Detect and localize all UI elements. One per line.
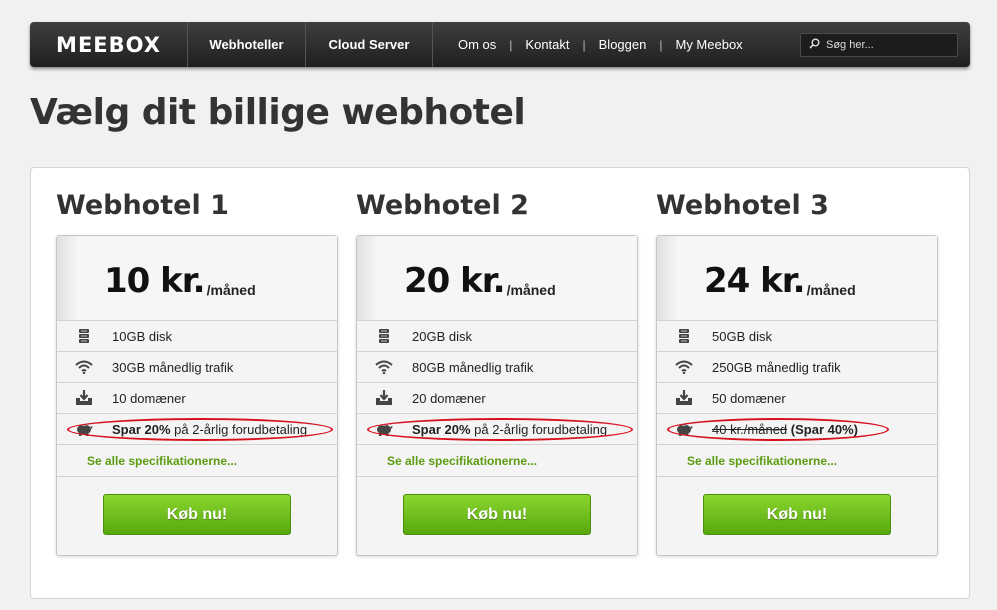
nav-link-my-meebox[interactable]: My Meebox	[675, 37, 742, 52]
price-unit: /måned	[806, 282, 856, 298]
nav-link-bloggen[interactable]: Bloggen	[599, 37, 647, 52]
plan-title: Webhotel 3	[656, 190, 829, 221]
price-amount: 20 kr.	[404, 261, 506, 301]
old-price: 40 kr./måned	[712, 421, 788, 437]
plan-title: Webhotel 1	[56, 190, 229, 221]
search-icon	[809, 36, 820, 54]
wifi-icon	[374, 359, 394, 375]
feature-label: 250GB månedlig trafik	[712, 359, 841, 375]
nav-cloud-server[interactable]: Cloud Server	[306, 22, 433, 67]
download-tray-icon	[674, 390, 694, 406]
offer-bold: (Spar 40%)	[787, 421, 858, 437]
nav-webhoteller[interactable]: Webhoteller	[188, 22, 306, 67]
server-icon	[74, 328, 94, 344]
feature-offer: 40 kr./måned (Spar 40%)	[657, 414, 937, 445]
feature-traffic: 250GB månedlig trafik	[657, 352, 937, 383]
offer-bold: Spar 20%	[412, 421, 471, 437]
buy-now-button[interactable]: Køb nu!	[403, 494, 591, 535]
feature-label: 30GB månedlig trafik	[112, 359, 234, 375]
piggy-bank-icon	[674, 421, 694, 437]
feature-domains: 20 domæner	[357, 383, 637, 414]
download-tray-icon	[374, 390, 394, 406]
price-unit: /måned	[506, 282, 556, 298]
see-all-specifications-link[interactable]: Se alle specifikationerne...	[57, 445, 337, 477]
top-navigation: MEEBOX Webhoteller Cloud Server Om os | …	[30, 22, 970, 67]
nav-links: Om os | Kontakt | Bloggen | My Meebox	[458, 37, 743, 52]
price-amount: 24 kr.	[704, 261, 806, 301]
feature-label: 50 domæner	[712, 390, 786, 406]
feature-label: 10GB disk	[112, 328, 172, 344]
price-box: 20 kr. /måned	[357, 236, 637, 321]
offer-bold: Spar 20%	[112, 421, 171, 437]
feature-label: 80GB månedlig trafik	[412, 359, 534, 375]
feature-traffic: 30GB månedlig trafik	[57, 352, 337, 383]
nav-separator: |	[659, 37, 663, 52]
feature-domains: 10 domæner	[57, 383, 337, 414]
offer-text: 40 kr./måned (Spar 40%)	[712, 422, 858, 437]
page-title: Vælg dit billige webhotel	[30, 92, 526, 133]
feature-disk: 50GB disk	[657, 321, 937, 352]
feature-label: 20GB disk	[412, 328, 472, 344]
server-icon	[674, 328, 694, 344]
piggy-bank-icon	[374, 421, 394, 437]
buy-now-button[interactable]: Køb nu!	[103, 494, 291, 535]
nav-separator: |	[582, 37, 586, 52]
feature-domains: 50 domæner	[657, 383, 937, 414]
see-all-specifications-link[interactable]: Se alle specifikationerne...	[357, 445, 637, 477]
wifi-icon	[74, 359, 94, 375]
offer-rest: på 2-årlig forudbetaling	[470, 421, 608, 437]
feature-traffic: 80GB månedlig trafik	[357, 352, 637, 383]
feature-label: 10 domæner	[112, 390, 186, 406]
price-box: 10 kr. /måned	[57, 236, 337, 321]
nav-link-kontakt[interactable]: Kontakt	[525, 37, 569, 52]
nav-link-om-os[interactable]: Om os	[458, 37, 496, 52]
price-box: 24 kr. /måned	[657, 236, 937, 321]
feature-offer: Spar 20% på 2-årlig forudbetaling	[357, 414, 637, 445]
offer-rest: på 2-årlig forudbetaling	[170, 421, 308, 437]
plan-card-2: 20 kr. /måned 20GB disk 80GB månedlig tr…	[356, 235, 638, 556]
price-amount: 10 kr.	[104, 261, 206, 301]
feature-offer: Spar 20% på 2-årlig forudbetaling	[57, 414, 337, 445]
feature-label: 50GB disk	[712, 328, 772, 344]
buy-now-button[interactable]: Køb nu!	[703, 494, 891, 535]
feature-disk: 10GB disk	[57, 321, 337, 352]
offer-text: Spar 20% på 2-årlig forudbetaling	[112, 422, 307, 437]
download-tray-icon	[74, 390, 94, 406]
feature-disk: 20GB disk	[357, 321, 637, 352]
search-box[interactable]	[800, 33, 958, 57]
feature-label: 20 domæner	[412, 390, 486, 406]
wifi-icon	[674, 359, 694, 375]
plan-card-3: 24 kr. /måned 50GB disk 250GB månedlig t…	[656, 235, 938, 556]
plan-card-1: 10 kr. /måned 10GB disk 30GB månedlig tr…	[56, 235, 338, 556]
piggy-bank-icon	[74, 421, 94, 437]
meebox-logo[interactable]: MEEBOX	[30, 22, 188, 67]
server-icon	[374, 328, 394, 344]
price-unit: /måned	[206, 282, 256, 298]
plan-title: Webhotel 2	[356, 190, 529, 221]
offer-text: Spar 20% på 2-årlig forudbetaling	[412, 422, 607, 437]
nav-separator: |	[509, 37, 513, 52]
search-input[interactable]	[826, 39, 951, 51]
see-all-specifications-link[interactable]: Se alle specifikationerne...	[657, 445, 937, 477]
